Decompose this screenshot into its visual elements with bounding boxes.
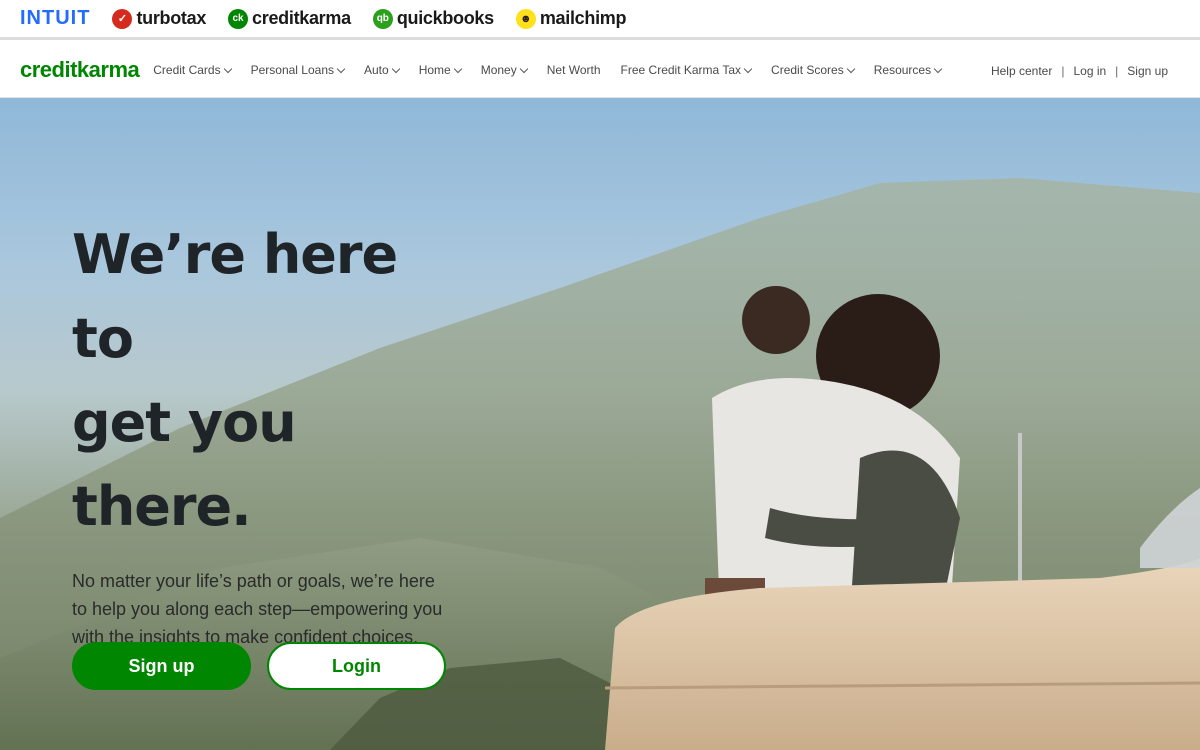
headline-line: We’re here to	[72, 223, 398, 370]
nav-item-label: Money	[480, 63, 517, 77]
nav-item-resources[interactable]: Resources	[873, 63, 943, 77]
chevron-down-icon	[336, 64, 346, 73]
nav-item-label: Free Credit Karma Tax	[620, 63, 742, 77]
login-button[interactable]: Login	[267, 642, 446, 690]
hero-cta-row: Sign up Login	[72, 642, 446, 690]
hero-headline: We’re here to get you there.	[72, 213, 472, 549]
sign-up-link[interactable]: Sign up	[1127, 64, 1168, 78]
chevron-down-icon	[519, 64, 528, 73]
nav-item-credit-cards[interactable]: Credit Cards	[153, 63, 232, 77]
nav-item-credit-scores[interactable]: Credit Scores	[771, 63, 855, 77]
creditkarma-logo-text: creditkarma	[252, 8, 351, 28]
hero-subcopy: No matter your life’s path or goals, we’…	[72, 571, 443, 647]
quickbooks-logo-link[interactable]: qb quickbooks	[372, 8, 494, 29]
mailchimp-logo-text: mailchimp	[539, 8, 627, 28]
qb-icon: qb	[372, 8, 393, 29]
intuit-logo-text: INTUIT	[20, 7, 91, 29]
nav-item-label: Personal Loans	[250, 63, 334, 77]
nav-item-free-tax[interactable]: Free Credit Karma Tax	[620, 63, 753, 77]
chevron-down-icon	[933, 64, 943, 73]
chevron-down-icon	[846, 64, 855, 73]
checkmark-icon: ✓	[112, 8, 133, 29]
nav-item-label: Auto	[364, 63, 389, 77]
nav-item-money[interactable]: Money	[480, 63, 528, 77]
turbotax-logo-text: turbotax	[136, 8, 207, 28]
nav-item-label: Resources	[873, 63, 932, 77]
nav-item-auto[interactable]: Auto	[364, 63, 400, 77]
ck-icon: ck	[228, 8, 249, 29]
chevron-down-icon	[391, 64, 400, 73]
nav-item-label: Credit Cards	[153, 63, 221, 77]
nav-item-label: Credit Scores	[771, 63, 844, 77]
headline-line: get you	[72, 391, 297, 454]
freddie-icon: ☻	[515, 8, 536, 29]
turbotax-logo-link[interactable]: ✓ turbotax	[112, 8, 206, 29]
chevron-down-icon	[223, 64, 232, 73]
nav-item-net-worth[interactable]: Net Worth	[547, 63, 601, 77]
divider: |	[1115, 63, 1119, 78]
hero-section: We’re here to get you there. No matter y…	[0, 98, 1200, 750]
main-navigation: creditkarma Credit Cards Personal Loans …	[0, 43, 1200, 98]
headline-line: there.	[72, 475, 252, 538]
chevron-down-icon	[743, 64, 753, 73]
intuit-logo-link[interactable]: INTUIT	[20, 7, 90, 30]
chevron-down-icon	[453, 64, 462, 73]
help-center-link[interactable]: Help center	[991, 64, 1052, 78]
log-in-link[interactable]: Log in	[1073, 64, 1106, 78]
hero-copy: We’re here to get you there. No matter y…	[72, 213, 472, 651]
nav-item-label: Net Worth	[546, 63, 601, 77]
utility-links: Help center | Log in | Sign up	[991, 43, 1168, 98]
nav-links: Credit Cards Personal Loans Auto Home Mo…	[153, 63, 961, 77]
divider: |	[1061, 63, 1065, 78]
creditkarma-logo-link[interactable]: ck creditkarma	[228, 8, 351, 29]
intuit-brand-bar: INTUIT ✓ turbotax ck creditkarma qb quic…	[0, 0, 1200, 40]
mailchimp-logo-link[interactable]: ☻ mailchimp	[515, 8, 627, 29]
quickbooks-logo-text: quickbooks	[396, 8, 494, 28]
nav-item-personal-loans[interactable]: Personal Loans	[250, 63, 346, 77]
creditkarma-home-logo[interactable]: creditkarma	[20, 57, 140, 83]
nav-item-home[interactable]: Home	[418, 63, 462, 77]
sign-up-button[interactable]: Sign up	[72, 642, 251, 690]
nav-item-label: Home	[418, 63, 451, 77]
